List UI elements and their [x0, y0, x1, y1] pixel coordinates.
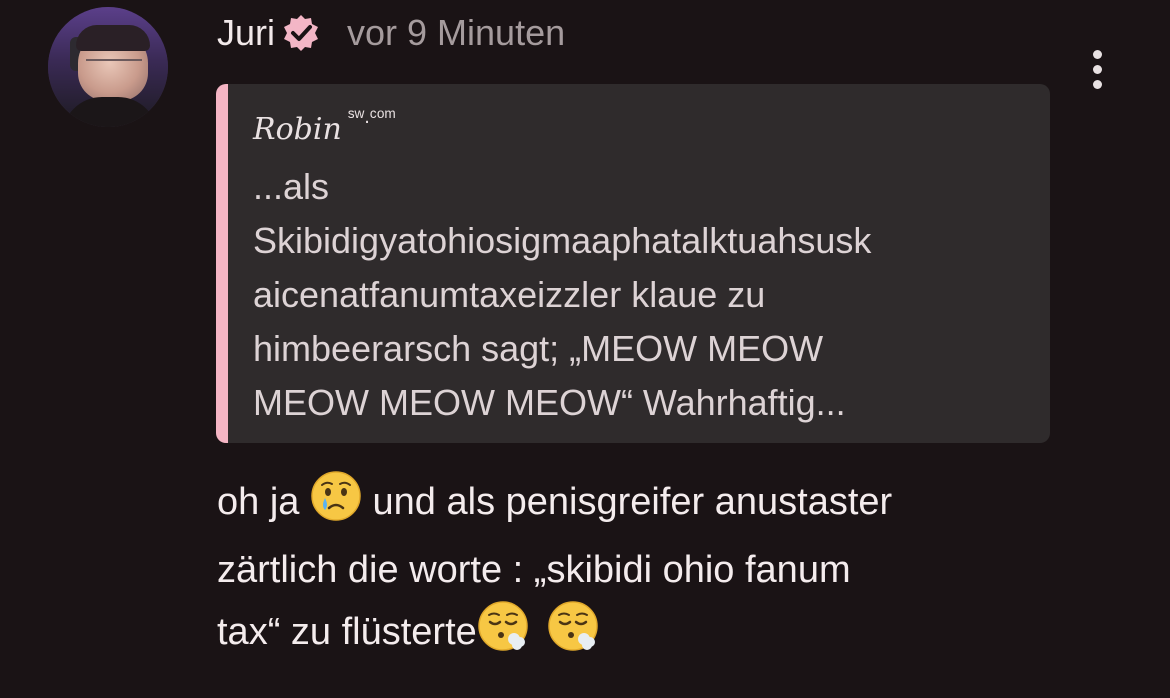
crying-face-emoji	[310, 470, 362, 540]
avatar[interactable]	[48, 7, 168, 127]
username[interactable]: Juri	[217, 12, 275, 54]
comment-line-1: oh ja und als penisgreifer anustaster	[217, 470, 1137, 540]
avatar-hair	[76, 25, 150, 51]
comment-line-3: tax“ zu flüsterte	[217, 600, 1137, 670]
quote-text: ...als Skibidigyatohiosigmaaphatalktuahs…	[253, 166, 872, 423]
more-dot	[1093, 80, 1102, 89]
quote-author-name: Robin	[253, 112, 342, 147]
comment-text: tax“ zu flüsterte	[217, 611, 477, 653]
comment-text: und als penisgreifer anustaster	[372, 481, 893, 523]
comment-body: oh ja und als penisgreifer anustaster zä…	[217, 470, 1137, 670]
face-exhaling-emoji	[477, 600, 529, 670]
quote-accent-bar	[216, 84, 228, 443]
quoted-comment[interactable]: Robin ˢʷ.ᶜᵒᵐ ...als Skibidigyatohiosigmaa…	[216, 84, 1050, 443]
quote-author: Robin ˢʷ.ᶜᵒᵐ	[253, 106, 396, 147]
more-options-icon[interactable]	[1088, 50, 1108, 90]
avatar-glasses	[86, 59, 142, 73]
face-exhaling-emoji	[547, 600, 599, 670]
more-dot	[1093, 50, 1102, 59]
timestamp: vor 9 Minuten	[347, 12, 566, 53]
quote-author-suffix: ˢʷ.ᶜᵒᵐ	[347, 106, 396, 128]
comment-line-2: zärtlich die worte : „skibidi ohio fanum	[217, 549, 851, 591]
comment-header: Juri vor 9 Minuten	[217, 8, 565, 58]
verified-badge-icon	[281, 13, 321, 53]
comment-text: oh ja	[217, 481, 300, 523]
more-dot	[1093, 65, 1102, 74]
comment-view: Juri vor 9 Minuten Robin ˢʷ.ᶜᵒᵐ ...als Sk…	[0, 0, 1170, 698]
